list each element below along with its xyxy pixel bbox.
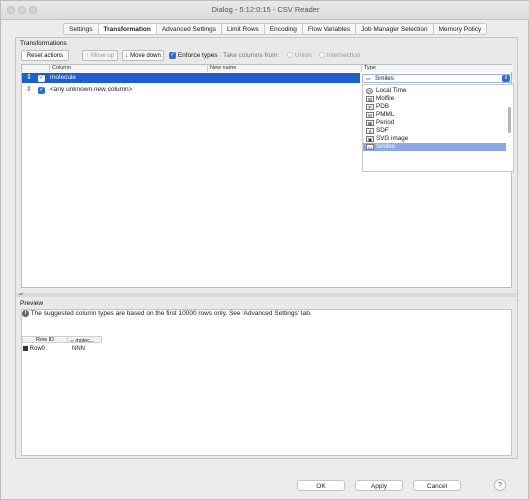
sdf-icon: S xyxy=(366,128,374,134)
info-icon: i xyxy=(22,309,29,317)
type-option-svg-image[interactable]: ▣ SVG image xyxy=(363,135,506,143)
column-name: <any unknown new column> xyxy=(50,86,133,93)
radio-icon xyxy=(319,52,325,59)
title-bar: Dialog - 5:12:0:15 - CSV Reader xyxy=(1,1,529,20)
preview-cell: NNN xyxy=(72,346,85,352)
reset-actions-button[interactable]: Reset actions xyxy=(21,50,69,61)
header-handle xyxy=(22,65,50,72)
type-option-smiles[interactable]: ▭ Smiles xyxy=(363,143,506,151)
transformation-table: Column New name Type ⇕ ✓ molecule ▭ Smil… xyxy=(21,64,514,288)
intersection-radio[interactable]: Intersection xyxy=(319,50,360,61)
molfile-icon: ▤ xyxy=(366,96,374,102)
type-select[interactable]: ▭ Smiles ⇕ xyxy=(362,74,512,83)
header-column[interactable]: Column xyxy=(50,65,208,72)
preview-table: Row ID ▭ molec... Row0 NNN xyxy=(21,309,512,456)
header-row-id[interactable]: Row ID xyxy=(22,336,68,343)
pdb-icon: P xyxy=(366,104,374,110)
tab-memory-policy[interactable]: Memory Policy xyxy=(433,23,488,35)
type-option-period[interactable]: ▦ Period xyxy=(363,119,506,127)
tab-bar: Settings Transformation Advanced Setting… xyxy=(63,23,488,35)
preview-title: Preview xyxy=(20,300,44,307)
take-columns-label: Take columns from: xyxy=(223,52,280,59)
move-up-button[interactable]: ↑ Move up xyxy=(82,50,118,61)
tab-limit-rows[interactable]: Limit Rows xyxy=(222,23,265,35)
column-name: molecule xyxy=(50,74,77,81)
smiles-icon: ▭ xyxy=(366,76,371,81)
dropdown-scrollbar[interactable] xyxy=(508,107,511,133)
split-divider[interactable]: ▴▾ xyxy=(16,291,517,297)
type-dropdown-list: ◷ Local Time ▤ Molfile P PDB M PMML ▦ Pe… xyxy=(362,84,514,172)
help-button[interactable]: ? xyxy=(494,479,506,491)
tab-encoding[interactable]: Encoding xyxy=(264,23,303,35)
arrow-down-icon: ↓ xyxy=(125,53,129,59)
tab-job-manager-selection[interactable]: Job Manager Selection xyxy=(356,23,434,35)
clock-icon: ◷ xyxy=(366,88,373,94)
radio-icon xyxy=(287,52,293,59)
header-molecule[interactable]: ▭ molec... xyxy=(68,336,102,344)
table-row[interactable]: ⇕ ✓ <any unknown new column> xyxy=(22,85,360,95)
cancel-button[interactable]: Cancel xyxy=(413,480,461,491)
row-checkbox[interactable]: ✓ xyxy=(38,86,45,94)
tab-transformation[interactable]: Transformation xyxy=(98,23,157,35)
dialog-window: Dialog - 5:12:0:15 - CSV Reader Settings… xyxy=(0,0,529,500)
table-row[interactable]: Row0 xyxy=(23,345,67,353)
apply-button[interactable]: Apply xyxy=(355,480,403,491)
type-select-value: Smiles xyxy=(375,75,394,82)
pmml-icon: M xyxy=(366,112,374,118)
type-option-sdf[interactable]: S SDF xyxy=(363,127,506,135)
svg-icon: ▣ xyxy=(366,136,374,142)
preview-info: i The suggested column types are based o… xyxy=(22,309,502,319)
period-icon: ▦ xyxy=(366,120,374,126)
move-down-button[interactable]: ↓ Move down xyxy=(122,50,164,61)
ok-button[interactable]: OK xyxy=(297,480,345,491)
checkmark-icon: ✓ xyxy=(169,51,176,59)
tab-flow-variables[interactable]: Flow Variables xyxy=(302,23,357,35)
tab-advanced-settings[interactable]: Advanced Settings xyxy=(156,23,223,35)
arrow-up-icon: ↑ xyxy=(85,53,89,59)
table-row[interactable]: ⇕ ✓ molecule xyxy=(22,73,360,83)
window-title: Dialog - 5:12:0:15 - CSV Reader xyxy=(211,5,320,14)
type-option-molfile[interactable]: ▤ Molfile xyxy=(363,95,506,103)
row-checkbox[interactable]: ✓ xyxy=(38,74,45,82)
union-radio[interactable]: Union xyxy=(287,50,312,61)
collapse-arrows-icon[interactable]: ▴▾ xyxy=(19,291,23,296)
chevron-updown-icon: ⇕ xyxy=(502,75,510,82)
type-option-pdb[interactable]: P PDB xyxy=(363,103,506,111)
header-new-name[interactable]: New name xyxy=(208,65,362,72)
smiles-icon: ▭ xyxy=(366,144,374,150)
row-marker-icon xyxy=(23,345,28,351)
main-panel: Transformations Reset actions ↑ Move up ↓… xyxy=(15,37,518,459)
smiles-icon: ▭ xyxy=(70,338,74,343)
drag-handle-icon[interactable]: ⇕ xyxy=(26,73,32,83)
enforce-types-checkbox[interactable]: ✓ Enforce types xyxy=(169,50,218,61)
header-type[interactable]: Type xyxy=(362,65,513,72)
transformations-title: Transformations xyxy=(20,40,67,47)
tab-settings[interactable]: Settings xyxy=(63,23,99,35)
type-option-pmml[interactable]: M PMML xyxy=(363,111,506,119)
type-option-local-time[interactable]: ◷ Local Time xyxy=(363,87,506,95)
drag-handle-icon[interactable]: ⇕ xyxy=(26,85,32,95)
